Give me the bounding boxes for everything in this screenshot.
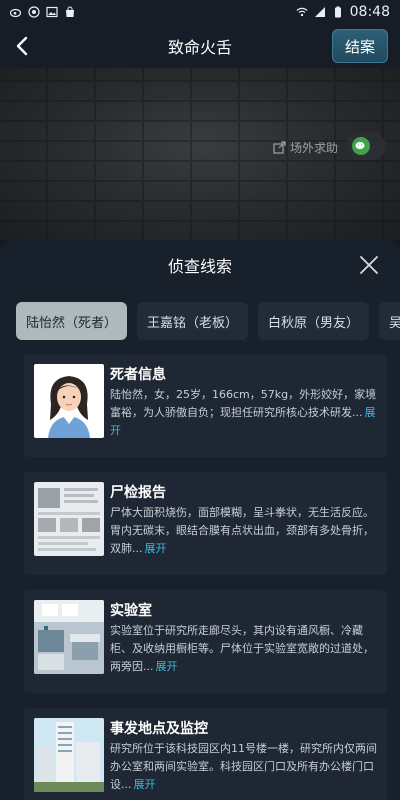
clue-description: 实验室位于研究所走廊尽头，其内设有通风橱、冷藏柜、及收纳用橱柜等。尸体位于实验室… [110,624,374,673]
expand-link[interactable]: 展开 [145,542,167,555]
clue-title: 事发地点及监控 [110,721,208,737]
wifi-icon [296,6,308,18]
bag-icon [64,6,76,18]
expand-link[interactable]: 展开 [156,660,178,673]
clue-description: 尸体大面积烧伤，面部模糊，呈斗拳状，无生活反应。胃内无碳末，眼结合膜有点状出血，… [110,506,374,555]
status-bar: 08:48 [0,0,400,24]
clue-description: 陆怡然，女，25岁，166cm，57kg，外形姣好，家境富裕，为人骄傲自负；现担… [110,388,377,437]
signal-icon [314,6,326,18]
expand-link[interactable]: 展开 [134,778,156,791]
victim-portrait-thumbnail [34,364,104,438]
close-icon[interactable] [358,254,380,276]
tab-boss[interactable]: 王嘉铭（老板） [137,302,249,340]
close-case-button[interactable]: 结案 [332,29,388,63]
clue-list: 死者信息 陆怡然，女，25岁，166cm，57kg，外形姣好，家境富裕，为人骄傲… [24,354,387,800]
list-item[interactable]: 死者信息 陆怡然，女，25岁，166cm，57kg，外形姣好，家境富裕，为人骄傲… [24,354,387,456]
list-item[interactable]: 尸检报告 尸体大面积烧伤，面部模糊，呈斗拳状，无生活反应。胃内无碳末，眼结合膜有… [24,472,387,574]
suspect-tabs: 陆怡然（死者） 王嘉铭（老板） 白秋原（男友） 吴昕晨 [16,302,400,340]
status-time: 08:48 [349,4,390,20]
battery-icon [332,6,344,18]
wechat-toggle[interactable] [346,132,386,160]
help-label: 场外求助 [289,140,338,155]
scene-background: 场外求助 [0,68,400,240]
top-nav: 致命火舌 结案 [0,24,400,68]
list-item[interactable]: 实验室 实验室位于研究所走廊尽头，其内设有通风橱、冷藏柜、及收纳用橱柜等。尸体位… [24,590,387,692]
tab-victim[interactable]: 陆怡然（死者） [16,302,128,340]
autopsy-report-thumbnail [34,482,104,556]
camera-icon [28,6,40,18]
clue-description: 研究所位于该科技园区内11号楼一楼，研究所内仅两间办公室和两间实验室。科技园区门… [110,742,377,791]
image-icon [46,6,58,18]
chevron-left-icon [16,36,28,56]
building-thumbnail [34,718,104,792]
brick-wall-texture [0,68,400,240]
back-button[interactable] [0,24,44,68]
clue-title: 实验室 [110,603,152,619]
laboratory-thumbnail [34,600,104,674]
help-button[interactable]: 场外求助 [273,137,338,157]
tab-boyfriend[interactable]: 白秋原（男友） [258,302,370,340]
panel-title: 侦查线索 [167,257,232,276]
wechat-icon [352,137,370,155]
clue-title: 死者信息 [110,367,166,383]
list-item[interactable]: 事发地点及监控 研究所位于该科技园区内11号楼一楼，研究所内仅两间办公室和两间实… [24,708,387,800]
tab-suspect-4[interactable]: 吴昕晨 [379,302,400,340]
share-icon [273,140,286,154]
weibo-icon [10,6,22,18]
clue-title: 尸检报告 [110,485,166,501]
clue-panel: 侦查线索 陆怡然（死者） 王嘉铭（老板） 白秋原（男友） 吴昕晨 [0,240,400,800]
panel-header: 侦查线索 [0,240,400,290]
